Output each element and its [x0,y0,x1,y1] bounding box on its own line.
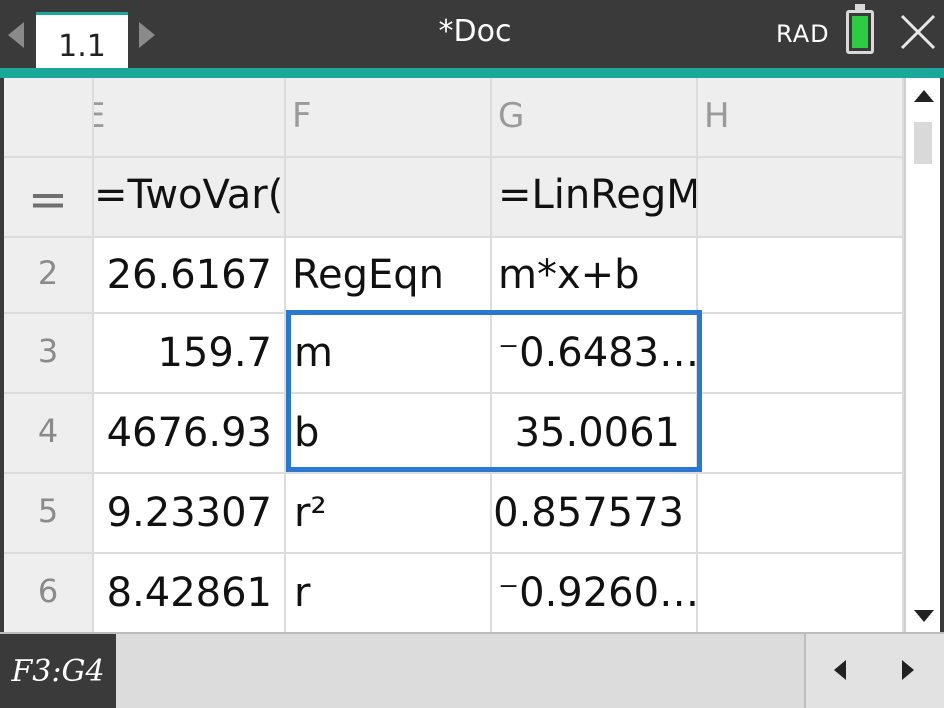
next-page-icon[interactable] [139,22,155,48]
row-header[interactable]: 4 [4,394,94,474]
formula-cell-h[interactable] [698,158,904,238]
entry-right-arrow-icon[interactable] [902,660,914,680]
cell-e2[interactable]: 26.6167 [94,238,286,314]
cell-f5[interactable]: r² [286,474,492,554]
spreadsheet-grid: E F G H = =TwoVar( =LinRegM 2 26.6167 Re… [4,78,904,632]
cell-g4[interactable]: 35.0061 [492,394,698,474]
cell-e3[interactable]: 159.7 [94,314,286,394]
tab-label: 1.1 [58,29,106,64]
document-title: *Doc [438,14,512,49]
cell-e6[interactable]: 8.42861 [94,554,286,632]
entry-line-bar: F3:G4 [0,632,944,708]
vertical-scrollbar[interactable] [904,78,940,632]
cell-f2[interactable]: RegEqn [286,238,492,314]
cell-h6[interactable] [698,554,904,632]
cell-g5[interactable]: 0.857573 [492,474,698,554]
scroll-down-icon[interactable] [914,610,934,622]
cell-h4[interactable] [698,394,904,474]
previous-page-icon[interactable] [8,22,24,48]
column-header-e[interactable]: E [94,78,286,158]
cell-e4[interactable]: 4676.93 [94,394,286,474]
row-header[interactable]: 5 [4,474,94,554]
formula-cell-f[interactable] [286,158,492,238]
corner-cell[interactable] [4,78,94,158]
scroll-thumb[interactable] [914,122,932,164]
cell-g2[interactable]: m*x+b [492,238,698,314]
entry-navigation [804,634,944,708]
cell-e5[interactable]: 9.23307 [94,474,286,554]
column-header-h[interactable]: H [698,78,904,158]
cell-h2[interactable] [698,238,904,314]
row-header[interactable]: 3 [4,314,94,394]
formula-cell-g[interactable]: =LinRegM [492,158,698,238]
title-bar: 1.1 *Doc RAD [0,0,944,78]
cell-g3[interactable]: ⁻0.6483… [492,314,698,394]
column-header-g[interactable]: G [492,78,698,158]
cell-f3[interactable]: m [286,314,492,394]
cell-reference: F3:G4 [0,634,116,708]
entry-left-arrow-icon[interactable] [834,660,846,680]
row-header[interactable]: 2 [4,238,94,314]
cell-f4[interactable]: b [286,394,492,474]
cell-f6[interactable]: r [286,554,492,632]
cell-h5[interactable] [698,474,904,554]
formula-row-indicator[interactable]: = [4,158,94,238]
column-header-f[interactable]: F [286,78,492,158]
close-icon[interactable] [898,8,938,56]
cell-g6[interactable]: ⁻0.9260… [492,554,698,632]
angle-mode-indicator: RAD [776,20,830,48]
cell-h3[interactable] [698,314,904,394]
formula-cell-e[interactable]: =TwoVar( [94,158,286,238]
row-header[interactable]: 6 [4,554,94,632]
entry-line-input[interactable] [116,634,804,708]
battery-icon [846,4,874,54]
active-tab-strip [0,68,944,78]
scroll-up-icon[interactable] [914,90,934,102]
